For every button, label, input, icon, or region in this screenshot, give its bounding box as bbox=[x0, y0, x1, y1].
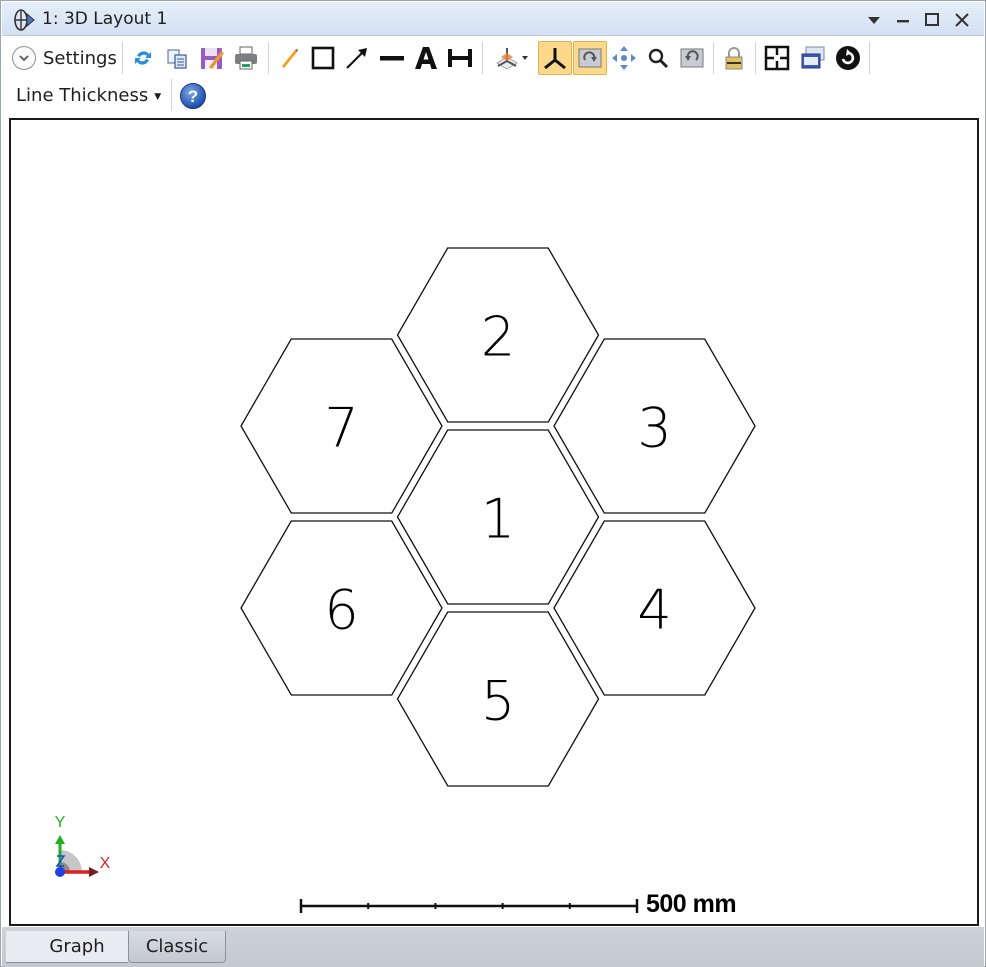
arrow-icon bbox=[346, 48, 367, 69]
toolbar-separator bbox=[713, 42, 714, 74]
layout-canvas[interactable]: 1 2 3 4 5 6 7 Y X 500 mm bbox=[9, 118, 979, 926]
grid-button[interactable] bbox=[762, 43, 792, 73]
tab-graph[interactable]: Graph bbox=[6, 931, 128, 963]
toolbar-row-2: Line Thickness ▼ ? bbox=[2, 79, 984, 115]
hexagon-label: 4 bbox=[637, 579, 671, 642]
dimension-icon bbox=[448, 49, 472, 67]
y-axis-label: Y bbox=[55, 814, 66, 831]
hexagon-label: 5 bbox=[481, 670, 515, 733]
update-button[interactable] bbox=[833, 43, 863, 73]
toolbar-separator bbox=[755, 42, 756, 74]
toolbar: Settings bbox=[2, 37, 984, 79]
settings-button[interactable]: Settings bbox=[12, 45, 117, 71]
window-menu-dropdown-icon[interactable] bbox=[864, 10, 884, 30]
hexagon-label: 2 bbox=[481, 306, 515, 369]
window-title: 1: 3D Layout 1 bbox=[42, 9, 168, 29]
rectangle-icon bbox=[311, 46, 335, 70]
copy-icon bbox=[167, 49, 187, 69]
print-button[interactable] bbox=[231, 43, 261, 73]
line-thickness-dropdown[interactable]: Line Thickness ▼ bbox=[16, 85, 161, 106]
axes-icon bbox=[544, 48, 566, 70]
hexagon-segment-7: 7 bbox=[240, 338, 443, 514]
tab-strip: Graph Classic bbox=[2, 927, 984, 967]
title-bar: 1: 3D Layout 1 bbox=[2, 2, 984, 36]
axes-button[interactable] bbox=[538, 41, 572, 75]
save-icon bbox=[201, 48, 224, 69]
3d-view-dropdown-button[interactable] bbox=[489, 43, 533, 73]
help-icon[interactable]: ? bbox=[179, 82, 207, 110]
layout-window: 1: 3D Layout 1 Settings Line Thickness ▼… bbox=[0, 0, 986, 967]
refresh-button[interactable] bbox=[128, 43, 158, 73]
hexagon-label: 6 bbox=[324, 579, 358, 642]
toolbar-separator bbox=[171, 79, 172, 111]
hexagon-label: 3 bbox=[637, 397, 671, 460]
zoom-icon bbox=[648, 48, 669, 69]
chevron-down-icon bbox=[12, 46, 36, 70]
reset-view-button[interactable] bbox=[677, 43, 707, 73]
rotate-icon bbox=[578, 48, 602, 68]
hexagon-segment-3: 3 bbox=[553, 338, 756, 514]
hexagon-segment-4: 4 bbox=[553, 520, 756, 696]
tab-classic-label: Classic bbox=[145, 936, 209, 957]
close-icon[interactable] bbox=[952, 10, 972, 30]
3d-view-icon bbox=[496, 48, 518, 70]
update-icon bbox=[836, 46, 860, 70]
dimension-button[interactable] bbox=[445, 43, 475, 73]
zoom-button[interactable] bbox=[643, 43, 673, 73]
hexagon-segment-1: 1 bbox=[396, 429, 600, 605]
line-icon bbox=[380, 56, 404, 61]
scale-bar-label: 500 mm bbox=[646, 890, 737, 918]
lock-button[interactable] bbox=[719, 43, 749, 73]
minimize-icon[interactable] bbox=[893, 10, 913, 30]
text-button[interactable] bbox=[411, 43, 441, 73]
pencil-button[interactable] bbox=[274, 43, 304, 73]
text-icon bbox=[415, 47, 437, 69]
lens-app-icon bbox=[14, 9, 35, 31]
hexagon-label: 1 bbox=[481, 488, 515, 551]
pan-button[interactable] bbox=[609, 43, 639, 73]
toolbar-separator bbox=[482, 42, 483, 74]
reset-view-icon bbox=[680, 48, 704, 68]
pencil-icon bbox=[282, 49, 298, 68]
hexagon-segment-6: 6 bbox=[240, 520, 443, 696]
line-thickness-label: Line Thickness bbox=[16, 85, 149, 106]
lock-icon bbox=[725, 47, 743, 70]
refresh-icon bbox=[135, 51, 151, 65]
arrow-button[interactable] bbox=[342, 43, 372, 73]
caret-down-icon bbox=[522, 56, 528, 60]
toolbar-separator bbox=[122, 42, 123, 74]
pan-icon bbox=[612, 46, 636, 70]
tab-classic[interactable]: Classic bbox=[128, 931, 226, 963]
line-button[interactable] bbox=[377, 43, 407, 73]
hexagon-segment-2: 2 bbox=[396, 247, 600, 423]
grid-icon bbox=[764, 45, 790, 71]
maximize-icon[interactable] bbox=[922, 10, 942, 30]
rotate-button[interactable] bbox=[573, 41, 607, 75]
settings-label: Settings bbox=[43, 47, 117, 69]
toolbar-separator bbox=[268, 42, 269, 74]
print-icon bbox=[235, 46, 257, 70]
x-axis-label: X bbox=[100, 855, 111, 872]
toolbar-separator bbox=[869, 42, 870, 74]
copy-button[interactable] bbox=[162, 43, 192, 73]
save-button[interactable] bbox=[197, 43, 227, 73]
hexagon-label: 7 bbox=[324, 397, 358, 460]
axis-triad-icon: Y X bbox=[55, 814, 111, 877]
svg-text:?: ? bbox=[188, 87, 198, 106]
hexagon-layout: 1 2 3 4 5 6 7 bbox=[240, 247, 756, 787]
tab-graph-label: Graph bbox=[49, 936, 105, 957]
caret-down-icon: ▼ bbox=[154, 92, 162, 102]
hexagon-segment-5: 5 bbox=[396, 611, 600, 787]
windows-icon bbox=[801, 46, 825, 69]
rectangle-button[interactable] bbox=[308, 43, 338, 73]
windows-button[interactable] bbox=[798, 43, 828, 73]
